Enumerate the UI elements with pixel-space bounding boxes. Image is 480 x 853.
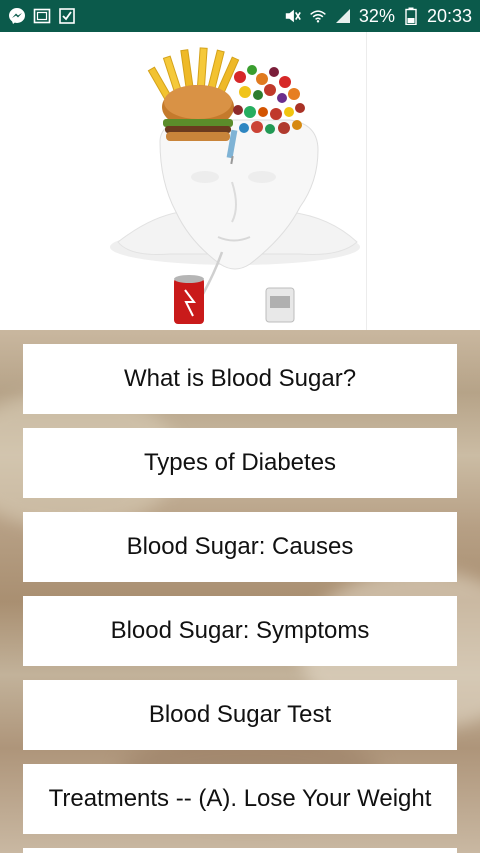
status-bar: 32% 20:33 xyxy=(0,0,480,32)
checkbox-icon xyxy=(58,7,76,25)
battery-icon xyxy=(402,7,420,25)
head-with-junk-food-illustration xyxy=(110,47,360,324)
gallery-icon xyxy=(33,7,51,25)
mute-icon xyxy=(284,7,302,25)
battery-percent: 32% xyxy=(358,5,395,26)
clock: 20:33 xyxy=(426,5,472,26)
menu-item-types-of-diabetes[interactable]: Types of Diabetes xyxy=(23,428,457,498)
hero-image xyxy=(0,32,480,330)
menu-list: What is Blood Sugar? Types of Diabetes B… xyxy=(0,330,480,853)
signal-icon xyxy=(334,7,352,25)
menu-item-symptoms[interactable]: Blood Sugar: Symptoms xyxy=(23,596,457,666)
wifi-icon xyxy=(309,7,327,25)
messenger-icon xyxy=(8,7,26,25)
menu-item-causes[interactable]: Blood Sugar: Causes xyxy=(23,512,457,582)
menu-item-next-partial[interactable] xyxy=(23,848,457,853)
notification-icons xyxy=(8,7,76,25)
hero-divider xyxy=(366,32,367,330)
system-status: 32% 20:33 xyxy=(284,6,472,27)
menu-item-what-is-blood-sugar[interactable]: What is Blood Sugar? xyxy=(23,344,457,414)
menu-item-treatments-lose-weight[interactable]: Treatments -- (A). Lose Your Weight xyxy=(23,764,457,834)
menu-item-blood-sugar-test[interactable]: Blood Sugar Test xyxy=(23,680,457,750)
